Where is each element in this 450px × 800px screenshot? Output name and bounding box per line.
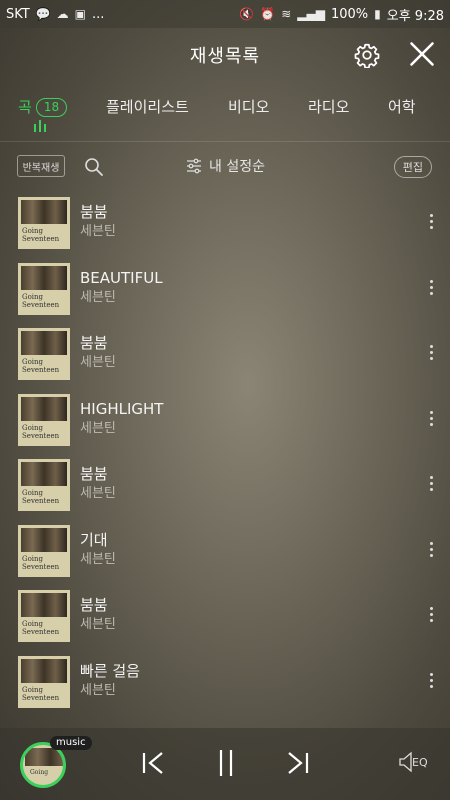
song-row[interactable]: Going Seventeen BEAUTIFUL 세븐틴: [0, 260, 450, 326]
eq-label: EQ: [412, 756, 428, 769]
close-icon[interactable]: [408, 40, 436, 68]
carrier-label: SKT: [6, 6, 30, 22]
album-art: Going Seventeen: [18, 655, 70, 708]
chat-icon: 💬: [35, 7, 51, 21]
song-count-badge: 18: [35, 98, 68, 117]
header: 재생목록: [0, 28, 450, 82]
album-art-text-line2: Seventeen: [22, 235, 60, 243]
album-art: Going Seventeen: [18, 590, 70, 642]
edit-button[interactable]: 편집: [393, 156, 432, 178]
album-art-text-line2: Seventeen: [22, 300, 60, 309]
more-options-icon[interactable]: [428, 671, 434, 691]
image-icon: ▣: [74, 7, 87, 21]
album-art-text-line1: Going: [22, 620, 44, 628]
mini-player: Going music EQ: [0, 728, 450, 800]
song-artist: 세븐틴: [80, 682, 116, 698]
song-row[interactable]: Going Seventeen 붐붐세븐틴: [0, 325, 450, 391]
album-art-text-line2: Seventeen: [22, 431, 60, 440]
song-artist: 세븐틴: [80, 617, 116, 632]
music-tag: music: [50, 736, 92, 750]
song-artist: 세븐틴: [80, 224, 116, 239]
album-art-text-line2: Seventeen: [22, 497, 60, 505]
album-art-text-line1: Going: [22, 489, 44, 497]
album-art-text-line2: Seventeen: [22, 366, 60, 374]
album-art-text-line2: Seventeen: [22, 693, 60, 702]
album-art-text-line1: Going: [22, 554, 44, 563]
song-title: 빠른 걸음: [80, 661, 140, 680]
tab-video[interactable]: 비디오: [228, 96, 269, 117]
previous-icon[interactable]: [138, 748, 168, 778]
more-options-icon[interactable]: [428, 278, 434, 298]
album-art: Going Seventeen: [18, 328, 70, 380]
album-art: Going Seventeen: [18, 459, 70, 511]
song-row[interactable]: Going Seventeen 붐붐세븐틴: [0, 194, 450, 260]
sort-selector[interactable]: 내 설정순: [186, 156, 265, 176]
signal-icon: ▂▄▆: [297, 7, 325, 21]
song-title: 붐붐: [80, 465, 108, 483]
sort-label: 내 설정순: [209, 159, 265, 175]
more-options-icon[interactable]: [428, 409, 434, 429]
song-artist: 세븐틴: [80, 551, 116, 567]
album-art-text-line1: Going: [22, 292, 44, 301]
tab-radio[interactable]: 라디오: [308, 96, 349, 117]
song-list: Going Seventeen 붐붐 세븐틴 Going Seventeen BEAUTIF…: [0, 194, 450, 726]
page-title: 재생목록: [189, 46, 261, 67]
disc-art-text: Going: [30, 769, 49, 776]
more-options-icon[interactable]: [428, 212, 434, 232]
tab-songs[interactable]: 곡 18: [18, 96, 68, 117]
album-art-text-line1: Going: [22, 358, 44, 366]
pause-icon[interactable]: [211, 748, 241, 778]
more-options-icon[interactable]: [428, 540, 434, 560]
repeat-button[interactable]: 반복재생: [17, 155, 65, 177]
album-art: Going Seventeen: [18, 524, 70, 577]
song-title: 기대: [80, 530, 108, 549]
more-options-icon[interactable]: [428, 474, 434, 494]
song-row[interactable]: Going Seventeen 붐붐세븐틴: [0, 587, 450, 653]
album-art: Going Seventeen: [18, 393, 70, 446]
alarm-icon: ⏰: [260, 7, 276, 21]
tab-language[interactable]: 어학: [388, 96, 416, 117]
eq-button[interactable]: EQ: [398, 750, 430, 776]
clock: 오후 9:28: [386, 8, 444, 24]
wifi-icon: ≋: [281, 7, 292, 21]
tab-songs-label: 곡: [18, 98, 32, 116]
song-row[interactable]: Going Seventeen HIGHLIGHT 세븐틴: [0, 391, 450, 457]
song-row[interactable]: Going Seventeen 붐붐세븐틴: [0, 456, 450, 522]
status-bar: SKT 💬 ☁ ▣ ... 🔇 ⏰ ≋ ▂▄▆ 100% ▮ 오후 9:28: [0, 0, 450, 28]
album-art: Going Seventeen: [18, 262, 70, 315]
album-art-text-line1: Going: [22, 423, 44, 432]
song-row[interactable]: Going Seventeen 빠른 걸음세븐틴: [0, 653, 450, 719]
battery-icon: ▮: [374, 7, 381, 21]
album-art-text-line1: Going: [22, 227, 44, 235]
album-art-text-line2: Seventeen: [22, 562, 60, 571]
song-artist: 세븐틴: [80, 289, 116, 305]
album-art-text-line1: Going: [22, 685, 44, 694]
song-artist: 세븐틴: [80, 420, 116, 436]
song-title: 붐붐: [80, 203, 108, 221]
tab-bar: 곡 18 플레이리스트 비디오 라디오 어학: [0, 82, 450, 142]
cloud-icon: ☁: [56, 7, 69, 21]
next-icon[interactable]: [283, 748, 313, 778]
song-title: 붐붐: [80, 334, 108, 352]
album-art: Going Seventeen: [18, 197, 70, 249]
more-options-icon[interactable]: [428, 343, 434, 363]
album-art-text-line2: Seventeen: [22, 628, 60, 636]
song-artist: 세븐틴: [80, 355, 116, 370]
mute-icon: 🔇: [239, 7, 255, 21]
more-options-icon[interactable]: [428, 605, 434, 625]
tab-playlist[interactable]: 플레이리스트: [106, 96, 189, 117]
toolbar: 반복재생 내 설정순 편집: [0, 142, 450, 194]
search-icon[interactable]: [84, 157, 104, 177]
more-notifications: ...: [92, 6, 105, 22]
playing-indicator-icon: [34, 120, 46, 132]
song-row[interactable]: Going Seventeen 기대세븐틴: [0, 522, 450, 588]
gear-icon[interactable]: [354, 42, 380, 68]
sliders-icon: [187, 158, 201, 174]
song-title: HIGHLIGHT: [80, 399, 164, 418]
battery-level: 100%: [330, 6, 369, 22]
song-artist: 세븐틴: [80, 486, 116, 501]
song-title: BEAUTIFUL: [80, 268, 163, 287]
song-title: 붐붐: [80, 596, 108, 614]
